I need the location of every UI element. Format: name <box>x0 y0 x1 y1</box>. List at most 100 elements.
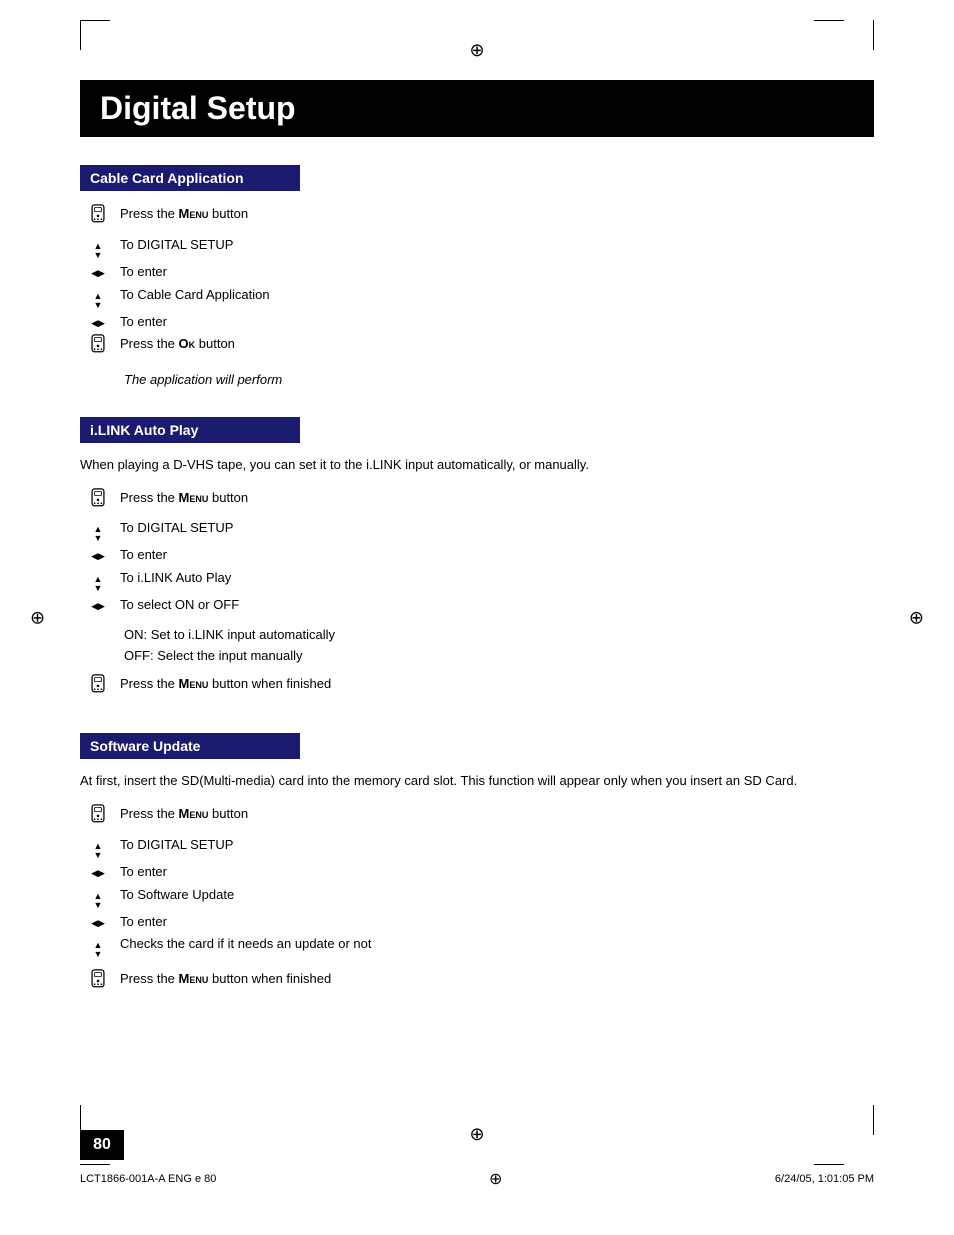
menu-remote-icon <box>87 684 109 699</box>
main-content: Digital Setup Cable Card Application <box>80 80 874 999</box>
arrow-lr-cell: ◀ ▶ <box>80 594 116 617</box>
menu-remote-icon <box>87 979 109 994</box>
instr-text: Press the Menu button <box>116 203 274 234</box>
menu-icon-cell <box>80 487 116 518</box>
up-down-arrow-icon: ▲ ▼ <box>94 941 103 959</box>
corner-mark <box>814 1164 844 1165</box>
up-down-arrow-icon: ▲ ▼ <box>94 242 103 260</box>
ok-remote-icon <box>87 344 109 359</box>
menu-icon-cell <box>80 203 116 234</box>
table-row: ◀ ▶ To enter <box>80 311 274 334</box>
arrow-ud-cell: ▲ ▼ <box>80 234 116 261</box>
instr-text: Press the Ok button <box>116 333 274 364</box>
menu-icon-cell <box>80 803 116 834</box>
section-software-update: Software Update At first, insert the SD(… <box>80 733 874 999</box>
table-row: Press the Menu button <box>80 803 376 834</box>
instr-text: Press the Menu button when finished <box>116 968 335 999</box>
up-down-arrow-icon: ▲ ▼ <box>94 842 103 860</box>
arrow-ud-cell: ▲ ▼ <box>80 517 116 544</box>
corner-mark <box>80 20 110 21</box>
off-text: OFF: Select the input manually <box>124 646 874 667</box>
left-right-arrow-icon: ◀ ▶ <box>91 916 105 930</box>
footer-crosshair-icon: ⊕ <box>489 1169 502 1189</box>
left-right-arrow-icon: ◀ ▶ <box>91 266 105 280</box>
table-row: ◀ ▶ To select ON or OFF <box>80 594 252 617</box>
instr-text: To enter <box>116 311 274 334</box>
arrow-ud-cell: ▲ ▼ <box>80 884 116 911</box>
ilink-instructions: Press the Menu button ▲ ▼ To DIGITAL SET… <box>80 487 252 617</box>
section-header-cable-card: Cable Card Application <box>80 165 300 191</box>
corner-mark <box>814 20 844 21</box>
instr-text: To enter <box>116 544 252 567</box>
instr-text: To DIGITAL SETUP <box>116 234 274 261</box>
crosshair-top-icon: ⊕ <box>469 40 484 61</box>
table-row: ▲ ▼ To Software Update <box>80 884 376 911</box>
table-row: Press the Menu button when finished <box>80 968 335 999</box>
instr-text: To enter <box>116 261 274 284</box>
instr-text: Press the Menu button <box>116 487 252 518</box>
arrow-lr-cell: ◀ ▶ <box>80 544 116 567</box>
menu-remote-icon <box>87 814 109 829</box>
arrow-ud-cell: ▲ ▼ <box>80 834 116 861</box>
menu-icon-cell <box>80 968 116 999</box>
footer-left-text: LCT1866-001A-A ENG e 80 <box>80 1173 216 1185</box>
arrow-ud-cell: ▲ ▼ <box>80 284 116 311</box>
instr-text: Checks the card if it needs an update or… <box>116 933 376 960</box>
up-down-arrow-icon: ▲ ▼ <box>94 892 103 910</box>
instr-text: To enter <box>116 911 376 934</box>
corner-mark <box>873 1105 874 1135</box>
ilink-on-off: ON: Set to i.LINK input automatically OF… <box>124 625 874 667</box>
instr-text: Press the Menu button when finished <box>116 673 335 704</box>
instr-text: To i.LINK Auto Play <box>116 567 252 594</box>
section-cable-card: Cable Card Application <box>80 165 874 387</box>
software-update-instructions: Press the Menu button ▲ ▼ To DIGITAL SET… <box>80 803 376 960</box>
section-ilink: i.LINK Auto Play When playing a D-VHS ta… <box>80 417 874 703</box>
table-row: ◀ ▶ To enter <box>80 861 376 884</box>
up-down-arrow-icon: ▲ ▼ <box>94 525 103 543</box>
table-row: Press the Menu button <box>80 203 274 234</box>
table-row: ▲ ▼ To Cable Card Application <box>80 284 274 311</box>
crosshair-bottom-icon: ⊕ <box>469 1124 484 1145</box>
arrow-lr-cell: ◀ ▶ <box>80 311 116 334</box>
software-update-finish-instructions: Press the Menu button when finished <box>80 968 335 999</box>
table-row: ▲ ▼ To DIGITAL SETUP <box>80 517 252 544</box>
table-row: ▲ ▼ To DIGITAL SETUP <box>80 234 274 261</box>
table-row: Press the Menu button <box>80 487 252 518</box>
crosshair-right-icon: ⊕ <box>909 607 924 628</box>
table-row: Press the Ok button <box>80 333 274 364</box>
arrow-lr-cell: ◀ ▶ <box>80 911 116 934</box>
menu-remote-icon <box>87 498 109 513</box>
footer: LCT1866-001A-A ENG e 80 ⊕ 6/24/05, 1:01:… <box>80 1169 874 1189</box>
instr-text: To enter <box>116 861 376 884</box>
table-row: ▲ ▼ To DIGITAL SETUP <box>80 834 376 861</box>
instr-text: Press the Menu button <box>116 803 376 834</box>
up-down-arrow-icon: ▲ ▼ <box>94 292 103 310</box>
left-right-arrow-icon: ◀ ▶ <box>91 599 105 613</box>
table-row: ▲ ▼ To i.LINK Auto Play <box>80 567 252 594</box>
crosshair-left-icon: ⊕ <box>30 607 45 628</box>
section-header-software-update: Software Update <box>80 733 300 759</box>
instr-text: To select ON or OFF <box>116 594 252 617</box>
instr-text: To Cable Card Application <box>116 284 274 311</box>
page: ⊕ ⊕ ⊕ ⊕ Digital Setup Cable Card Applica… <box>0 0 954 1235</box>
left-right-arrow-icon: ◀ ▶ <box>91 549 105 563</box>
instr-text: To DIGITAL SETUP <box>116 517 252 544</box>
arrow-ud-cell: ▲ ▼ <box>80 567 116 594</box>
left-right-arrow-icon: ◀ ▶ <box>91 316 105 330</box>
footer-right-text: 6/24/05, 1:01:05 PM <box>775 1173 874 1185</box>
instr-text: To DIGITAL SETUP <box>116 834 376 861</box>
table-row: ◀ ▶ To enter <box>80 911 376 934</box>
table-row: ▲ ▼ Checks the card if it needs an updat… <box>80 933 376 960</box>
on-text: ON: Set to i.LINK input automatically <box>124 625 874 646</box>
menu-remote-icon <box>87 214 109 229</box>
corner-mark <box>80 20 81 50</box>
ilink-desc: When playing a D-VHS tape, you can set i… <box>80 455 874 475</box>
up-down-arrow-icon: ▲ ▼ <box>94 575 103 593</box>
arrow-ud-cell: ▲ ▼ <box>80 933 116 960</box>
left-right-arrow-icon: ◀ ▶ <box>91 866 105 880</box>
ok-icon-cell <box>80 333 116 364</box>
corner-mark <box>80 1164 110 1165</box>
instr-text: To Software Update <box>116 884 376 911</box>
corner-mark <box>873 20 874 50</box>
arrow-lr-cell: ◀ ▶ <box>80 861 116 884</box>
